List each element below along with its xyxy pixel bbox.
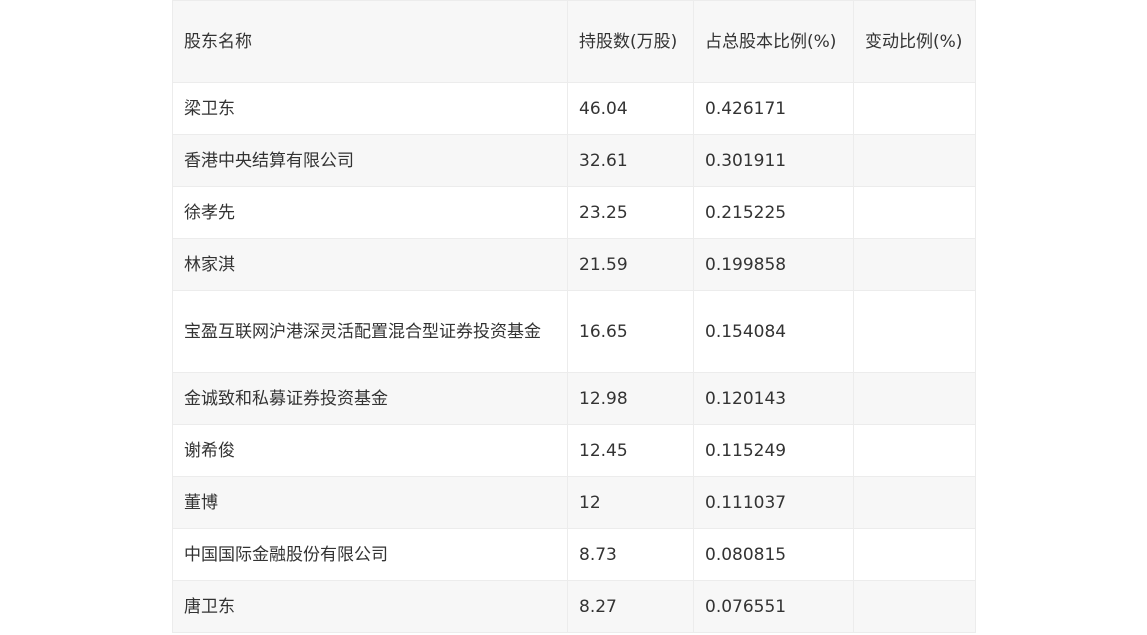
header-change: 变动比例(%) (853, 0, 976, 83)
cell-name: 徐孝先 (172, 186, 568, 239)
table-row: 宝盈互联网沪港深灵活配置混合型证券投资基金 16.65 0.154084 (172, 290, 976, 373)
cell-ratio: 0.426171 (693, 82, 854, 135)
cell-change (853, 186, 976, 239)
table-row: 董博 12 0.111037 (172, 476, 976, 529)
cell-shares: 8.27 (567, 580, 694, 633)
cell-ratio: 0.076551 (693, 580, 854, 633)
header-ratio: 占总股本比例(%) (693, 0, 854, 83)
cell-change (853, 580, 976, 633)
cell-shares: 46.04 (567, 82, 694, 135)
cell-shares: 23.25 (567, 186, 694, 239)
table-row: 唐卫东 8.27 0.076551 (172, 580, 976, 633)
cell-change (853, 238, 976, 291)
cell-name: 宝盈互联网沪港深灵活配置混合型证券投资基金 (172, 290, 568, 373)
shareholder-table-container: 股东名称 持股数(万股) 占总股本比例(%) 变动比例(%) 梁卫东 46.04… (172, 0, 976, 633)
table-row: 谢希俊 12.45 0.115249 (172, 424, 976, 477)
table-row: 林家淇 21.59 0.199858 (172, 238, 976, 291)
cell-name: 梁卫东 (172, 82, 568, 135)
header-shareholder-name: 股东名称 (172, 0, 568, 83)
cell-name: 唐卫东 (172, 580, 568, 633)
cell-name: 香港中央结算有限公司 (172, 134, 568, 187)
cell-shares: 12.45 (567, 424, 694, 477)
cell-ratio: 0.120143 (693, 372, 854, 425)
cell-shares: 32.61 (567, 134, 694, 187)
cell-name: 林家淇 (172, 238, 568, 291)
cell-name: 金诚致和私募证券投资基金 (172, 372, 568, 425)
header-shares: 持股数(万股) (567, 0, 694, 83)
cell-ratio: 0.301911 (693, 134, 854, 187)
cell-change (853, 134, 976, 187)
cell-ratio: 0.115249 (693, 424, 854, 477)
shareholder-table: 股东名称 持股数(万股) 占总股本比例(%) 变动比例(%) 梁卫东 46.04… (172, 0, 976, 633)
table-header-row: 股东名称 持股数(万股) 占总股本比例(%) 变动比例(%) (172, 0, 976, 83)
cell-name: 中国国际金融股份有限公司 (172, 528, 568, 581)
cell-ratio: 0.111037 (693, 476, 854, 529)
cell-shares: 12.98 (567, 372, 694, 425)
cell-change (853, 290, 976, 373)
cell-change (853, 424, 976, 477)
table-row: 香港中央结算有限公司 32.61 0.301911 (172, 134, 976, 187)
table-row: 徐孝先 23.25 0.215225 (172, 186, 976, 239)
cell-change (853, 476, 976, 529)
cell-name: 谢希俊 (172, 424, 568, 477)
cell-name: 董博 (172, 476, 568, 529)
cell-change (853, 82, 976, 135)
cell-ratio: 0.080815 (693, 528, 854, 581)
cell-change (853, 372, 976, 425)
table-row: 中国国际金融股份有限公司 8.73 0.080815 (172, 528, 976, 581)
cell-shares: 21.59 (567, 238, 694, 291)
table-row: 梁卫东 46.04 0.426171 (172, 82, 976, 135)
table-row: 金诚致和私募证券投资基金 12.98 0.120143 (172, 372, 976, 425)
cell-ratio: 0.154084 (693, 290, 854, 373)
cell-ratio: 0.215225 (693, 186, 854, 239)
cell-shares: 16.65 (567, 290, 694, 373)
cell-shares: 8.73 (567, 528, 694, 581)
cell-shares: 12 (567, 476, 694, 529)
cell-ratio: 0.199858 (693, 238, 854, 291)
cell-change (853, 528, 976, 581)
